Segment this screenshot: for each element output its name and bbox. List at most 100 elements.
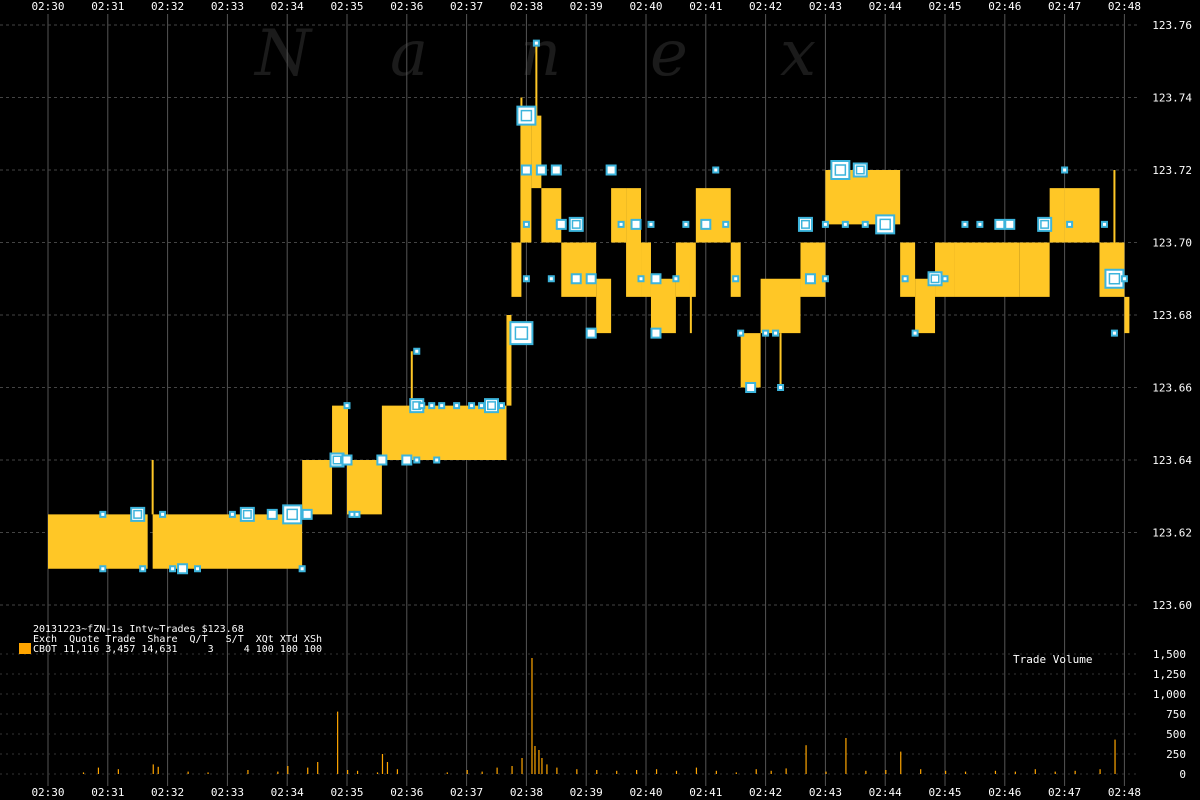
trade-marker-inner <box>996 220 1004 228</box>
bid-ask-band <box>760 278 801 334</box>
watermark-letter: e <box>650 17 688 91</box>
trade-marker-inner <box>537 166 545 174</box>
volume-tick-label: 1,500 <box>1153 648 1186 661</box>
trade-marker-inner <box>632 220 640 228</box>
price-tick-label: 123.74 <box>1152 92 1192 105</box>
x-tick-label-bottom: 02:34 <box>271 786 304 799</box>
volume-bar <box>386 762 389 774</box>
x-tick-label-top: 02:47 <box>1048 0 1081 13</box>
trade-marker-inner <box>196 567 199 571</box>
x-tick-label-bottom: 02:47 <box>1048 786 1081 799</box>
volume-bar <box>755 769 757 774</box>
bid-ask-band <box>541 188 562 243</box>
trade-marker-inner <box>230 512 234 516</box>
volume-bar <box>152 764 154 774</box>
volume-bar <box>920 769 922 774</box>
volume-bar <box>770 770 772 774</box>
bid-ask-band <box>332 405 347 460</box>
volume-bar <box>287 766 289 774</box>
x-tick-label-top: 02:34 <box>271 0 304 13</box>
trade-marker-inner <box>843 222 847 226</box>
x-tick-label-top: 02:35 <box>330 0 363 13</box>
bid-ask-band <box>1124 296 1130 334</box>
trade-marker-inner <box>652 329 660 337</box>
trade-marker-inner <box>724 222 728 226</box>
volume-bar <box>117 769 119 774</box>
volume-bar <box>381 754 384 774</box>
volume-bar <box>546 764 548 774</box>
volume-bar <box>885 770 887 774</box>
volume-bar <box>636 770 638 774</box>
bid-ask-band <box>381 405 507 460</box>
trade-marker-inner <box>534 41 538 45</box>
x-tick-label-bottom: 02:37 <box>450 786 483 799</box>
x-tick-label-top: 02:30 <box>31 0 64 13</box>
volume-bar <box>845 738 847 774</box>
x-tick-label-top: 02:31 <box>91 0 124 13</box>
trade-marker-inner <box>345 404 349 408</box>
volume-bar <box>187 771 189 774</box>
info-row: CBOT 11,116 3,457 14,631 3 4 100 100 100 <box>33 644 322 655</box>
x-tick-label-top: 02:48 <box>1108 0 1141 13</box>
volume-tick-label: 1,000 <box>1153 688 1186 701</box>
price-tick-label: 123.76 <box>1152 19 1192 32</box>
trade-marker-inner <box>378 456 386 464</box>
trade-marker-inner <box>587 329 595 337</box>
x-tick-label-bottom: 02:43 <box>809 786 842 799</box>
volume-bar <box>247 770 249 774</box>
trade-marker-inner <box>355 512 359 516</box>
trade-marker-inner <box>303 510 311 518</box>
x-tick-label-bottom: 02:30 <box>31 786 64 799</box>
x-tick-label-bottom: 02:39 <box>570 786 603 799</box>
trade-marker-inner <box>552 166 560 174</box>
volume-bar <box>715 770 717 774</box>
trade-marker-inner <box>863 222 867 226</box>
watermark-letter: a <box>390 17 428 91</box>
bid-ask-band <box>561 242 597 297</box>
bid-ask-band <box>302 460 333 515</box>
volume-bar <box>531 658 533 774</box>
bid-ask-band <box>347 460 382 515</box>
trade-marker-inner <box>587 275 595 283</box>
trade-marker-inner <box>913 331 917 335</box>
trade-marker-inner <box>549 277 553 281</box>
bid-ask-band <box>611 188 627 243</box>
volume-bar <box>675 770 678 774</box>
volume-bar <box>945 770 947 774</box>
volume-title: Trade Volume <box>1013 653 1092 666</box>
trade-marker-inner <box>734 277 738 281</box>
trade-marker-inner <box>141 567 145 571</box>
volume-bar <box>735 772 737 774</box>
x-tick-label-top: 02:36 <box>390 0 423 13</box>
x-tick-label-top: 02:37 <box>450 0 483 13</box>
trade-marker-inner <box>572 275 580 283</box>
trade-marker-inner <box>268 510 276 518</box>
trade-marker-inner <box>1102 222 1106 226</box>
volume-bar <box>277 771 279 774</box>
x-tick-label-bottom: 02:36 <box>390 786 423 799</box>
trade-marker-inner <box>774 331 778 335</box>
trade-marker-inner <box>300 567 304 571</box>
volume-bar <box>307 767 309 774</box>
trade-marker-inner <box>652 275 660 283</box>
trade-marker-inner <box>470 404 474 408</box>
x-tick-label-top: 02:39 <box>570 0 603 13</box>
bid-ask-band <box>954 242 1020 297</box>
volume-bar <box>1099 769 1101 774</box>
bid-ask-band <box>1019 242 1050 297</box>
x-tick-label-bottom: 02:38 <box>510 786 543 799</box>
bid-ask-band <box>800 242 826 297</box>
volume-bar <box>541 758 543 774</box>
bid-ask-band <box>730 242 741 297</box>
bid-ask-band <box>1064 188 1100 243</box>
trade-marker-inner <box>480 404 484 408</box>
volume-bar <box>446 772 448 774</box>
trade-marker-inner <box>557 220 565 228</box>
volume-bar <box>376 772 379 774</box>
x-tick-label-top: 02:42 <box>749 0 782 13</box>
volume-bar <box>337 711 339 774</box>
price-tick-label: 123.66 <box>1152 382 1192 395</box>
price-tick-label: 123.64 <box>1152 454 1192 467</box>
volume-bar <box>1034 769 1036 774</box>
x-tick-label-bottom: 02:35 <box>330 786 363 799</box>
